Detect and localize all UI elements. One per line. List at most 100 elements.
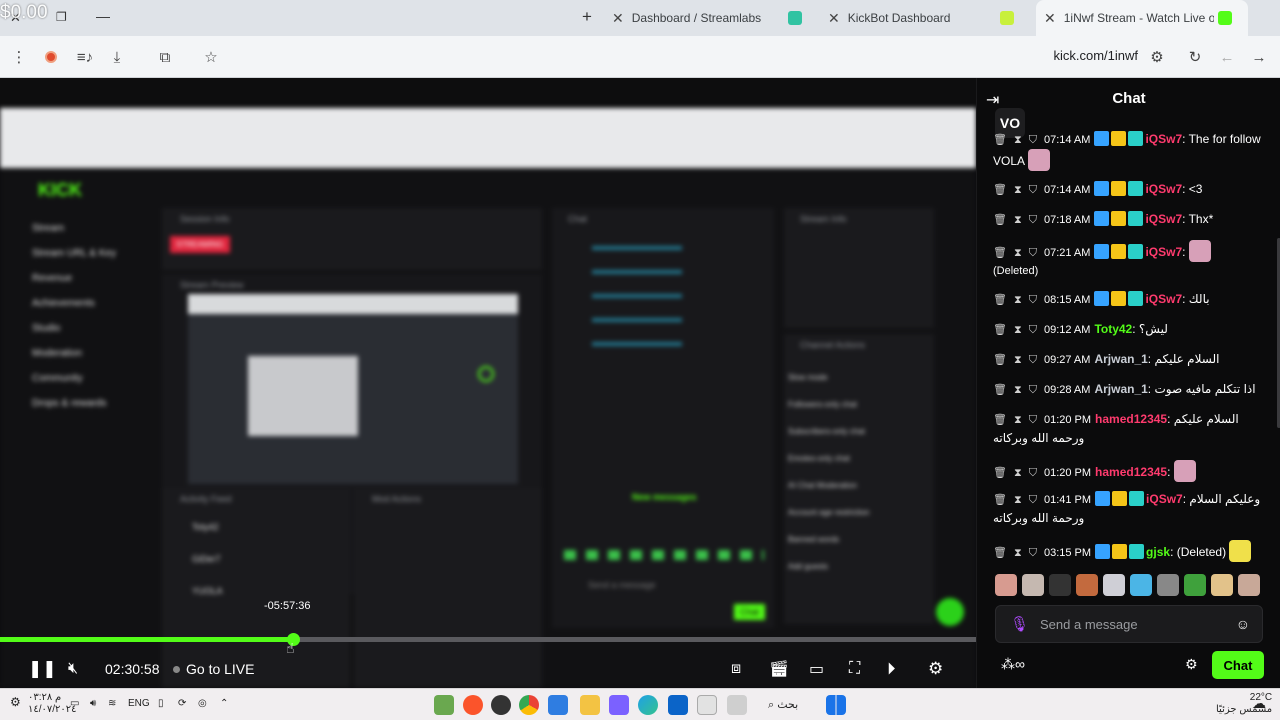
delete-message-icon[interactable]: 🗑︎ [993, 414, 1007, 426]
tab-kick-stream[interactable]: ✕ 1iNwf Stream - Watch Live on K [1036, 0, 1248, 36]
timeout-icon[interactable]: ⧗ [1014, 467, 1022, 479]
emote-icon[interactable] [1130, 574, 1152, 596]
taskbar-search[interactable]: ⌕ بحث [768, 698, 798, 712]
task-view-icon[interactable] [727, 695, 747, 715]
sync-icon[interactable]: ⟳ [178, 698, 186, 709]
tab-kickbot[interactable]: ✕ KickBot Dashboard [828, 0, 1028, 36]
vpn-icon[interactable]: ◎ [198, 698, 207, 709]
send-chat-button[interactable]: Chat [1212, 651, 1264, 679]
chat-extras-icon[interactable]: ⁂∞ [1001, 656, 1025, 673]
edge-icon[interactable] [638, 695, 658, 715]
tab-close-icon[interactable]: ✕ [612, 10, 624, 27]
timeout-icon[interactable]: ⧗ [1014, 214, 1022, 226]
autoplay-icon[interactable]: ⏵ [887, 650, 896, 688]
message-username[interactable]: iQSw7 [1145, 245, 1182, 259]
teams-icon[interactable] [609, 695, 629, 715]
timeout-icon[interactable]: ⧗ [1014, 494, 1022, 506]
refresh-icon[interactable]: ↻ [1182, 44, 1208, 70]
delete-message-icon[interactable]: 🗑︎ [993, 247, 1007, 259]
language-indicator[interactable]: ENG [128, 698, 150, 709]
delete-message-icon[interactable]: 🗑︎ [993, 214, 1007, 226]
settings-icon[interactable]: ⚙ [928, 650, 943, 688]
outlook-icon[interactable] [668, 695, 688, 715]
minimize-icon[interactable]: — [96, 8, 110, 24]
ban-icon[interactable]: ⛉ [1029, 294, 1037, 306]
emoji-icon[interactable]: ☺ [1236, 616, 1250, 632]
record-extension-icon[interactable] [38, 44, 64, 70]
emote-icon[interactable] [1184, 574, 1206, 596]
pause-button[interactable]: ❚❚ [28, 650, 57, 688]
delete-message-icon[interactable]: 🗑︎ [993, 384, 1007, 396]
message-username[interactable]: iQSw7 [1146, 492, 1183, 506]
message-username[interactable]: hamed12345 [1095, 412, 1167, 426]
timeout-icon[interactable]: ⧗ [1014, 294, 1022, 306]
timeout-icon[interactable]: ⧗ [1014, 414, 1022, 426]
store-icon[interactable] [697, 695, 717, 715]
message-username[interactable]: Arjwan_1 [1094, 382, 1147, 396]
vscode-icon[interactable] [548, 695, 568, 715]
start-icon[interactable] [826, 695, 846, 715]
battery-icon[interactable]: ▭ [70, 698, 79, 709]
timeout-icon[interactable]: ⧗ [1014, 184, 1022, 196]
chrome-icon[interactable] [519, 695, 539, 715]
delete-message-icon[interactable]: 🗑︎ [993, 354, 1007, 366]
copilot-icon[interactable]: ⚙ [10, 695, 21, 709]
delete-message-icon[interactable]: 🗑︎ [993, 324, 1007, 336]
brave-icon[interactable] [463, 695, 483, 715]
forward-icon[interactable]: → [1246, 44, 1272, 70]
emote-icon[interactable] [1211, 574, 1233, 596]
tab-close-icon[interactable]: ✕ [1044, 10, 1056, 27]
timeout-icon[interactable]: ⧗ [1014, 384, 1022, 396]
emote-icon[interactable] [1022, 574, 1044, 596]
ban-icon[interactable]: ⛉ [1029, 467, 1037, 479]
delete-message-icon[interactable]: 🗑︎ [993, 547, 1007, 559]
tab-streamlabs[interactable]: ✕ Dashboard / Streamlabs [612, 0, 812, 36]
emote-icon[interactable] [1049, 574, 1071, 596]
site-settings-icon[interactable]: ⚙ [1144, 44, 1170, 70]
emote-icon[interactable] [1076, 574, 1098, 596]
menu-icon[interactable]: ⋮ [6, 44, 32, 70]
message-username[interactable]: iQSw7 [1145, 292, 1182, 306]
emote-icon[interactable] [1157, 574, 1179, 596]
download-icon[interactable]: ⤓ [104, 44, 130, 70]
ban-icon[interactable]: ⛉ [1029, 547, 1037, 559]
ban-icon[interactable]: ⛉ [1029, 354, 1037, 366]
message-username[interactable]: hamed12345 [1095, 465, 1167, 479]
ban-icon[interactable]: ⛉ [1029, 324, 1037, 336]
taskbar-app-icon[interactable] [491, 695, 511, 715]
ban-icon[interactable]: ⛉ [1029, 134, 1037, 146]
restore-icon[interactable]: ❐ [56, 10, 67, 24]
fullscreen-icon[interactable]: ⛶ [849, 650, 860, 688]
theater-mode-icon[interactable]: ▭ [809, 650, 824, 688]
emote-icon[interactable] [1103, 574, 1125, 596]
mute-button[interactable]: 🔇︎ [68, 650, 78, 688]
url-text[interactable]: kick.com/1inwf [1053, 48, 1138, 63]
tab-close-icon[interactable]: ✕ [828, 10, 840, 27]
ban-icon[interactable]: ⛉ [1029, 414, 1037, 426]
taskbar-app-icon[interactable] [434, 695, 454, 715]
show-hidden-icons[interactable]: ⌃ [220, 698, 228, 709]
wifi-icon[interactable]: ≋ [108, 698, 116, 709]
ban-icon[interactable]: ⛉ [1029, 184, 1037, 196]
phone-link-icon[interactable]: ▯ [158, 698, 164, 709]
ban-icon[interactable]: ⛉ [1029, 214, 1037, 226]
video-player[interactable]: KICK Stream Stream URL & Key Revenue Ach… [0, 78, 976, 688]
media-controls-icon[interactable]: ≡♪ [72, 44, 98, 70]
message-username[interactable]: gjsk [1146, 545, 1170, 559]
delete-message-icon[interactable]: 🗑︎ [993, 494, 1007, 506]
timeout-icon[interactable]: ⧗ [1014, 354, 1022, 366]
message-username[interactable]: iQSw7 [1145, 132, 1182, 146]
chat-settings-icon[interactable]: ⚙ [1185, 656, 1198, 673]
delete-message-icon[interactable]: 🗑︎ [993, 184, 1007, 196]
new-tab-icon[interactable]: + [582, 7, 592, 27]
message-username[interactable]: iQSw7 [1145, 212, 1182, 226]
delete-message-icon[interactable]: 🗑︎ [993, 467, 1007, 479]
ban-icon[interactable]: ⛉ [1029, 247, 1037, 259]
emote-icon[interactable] [1238, 574, 1260, 596]
message-username[interactable]: Arjwan_1 [1094, 352, 1147, 366]
ban-icon[interactable]: ⛉ [1029, 384, 1037, 396]
star-icon[interactable]: ☆ [198, 44, 224, 70]
delete-message-icon[interactable]: 🗑︎ [993, 134, 1007, 146]
microphone-icon[interactable]: 🎙︎ [1010, 615, 1029, 633]
file-explorer-icon[interactable] [580, 695, 600, 715]
